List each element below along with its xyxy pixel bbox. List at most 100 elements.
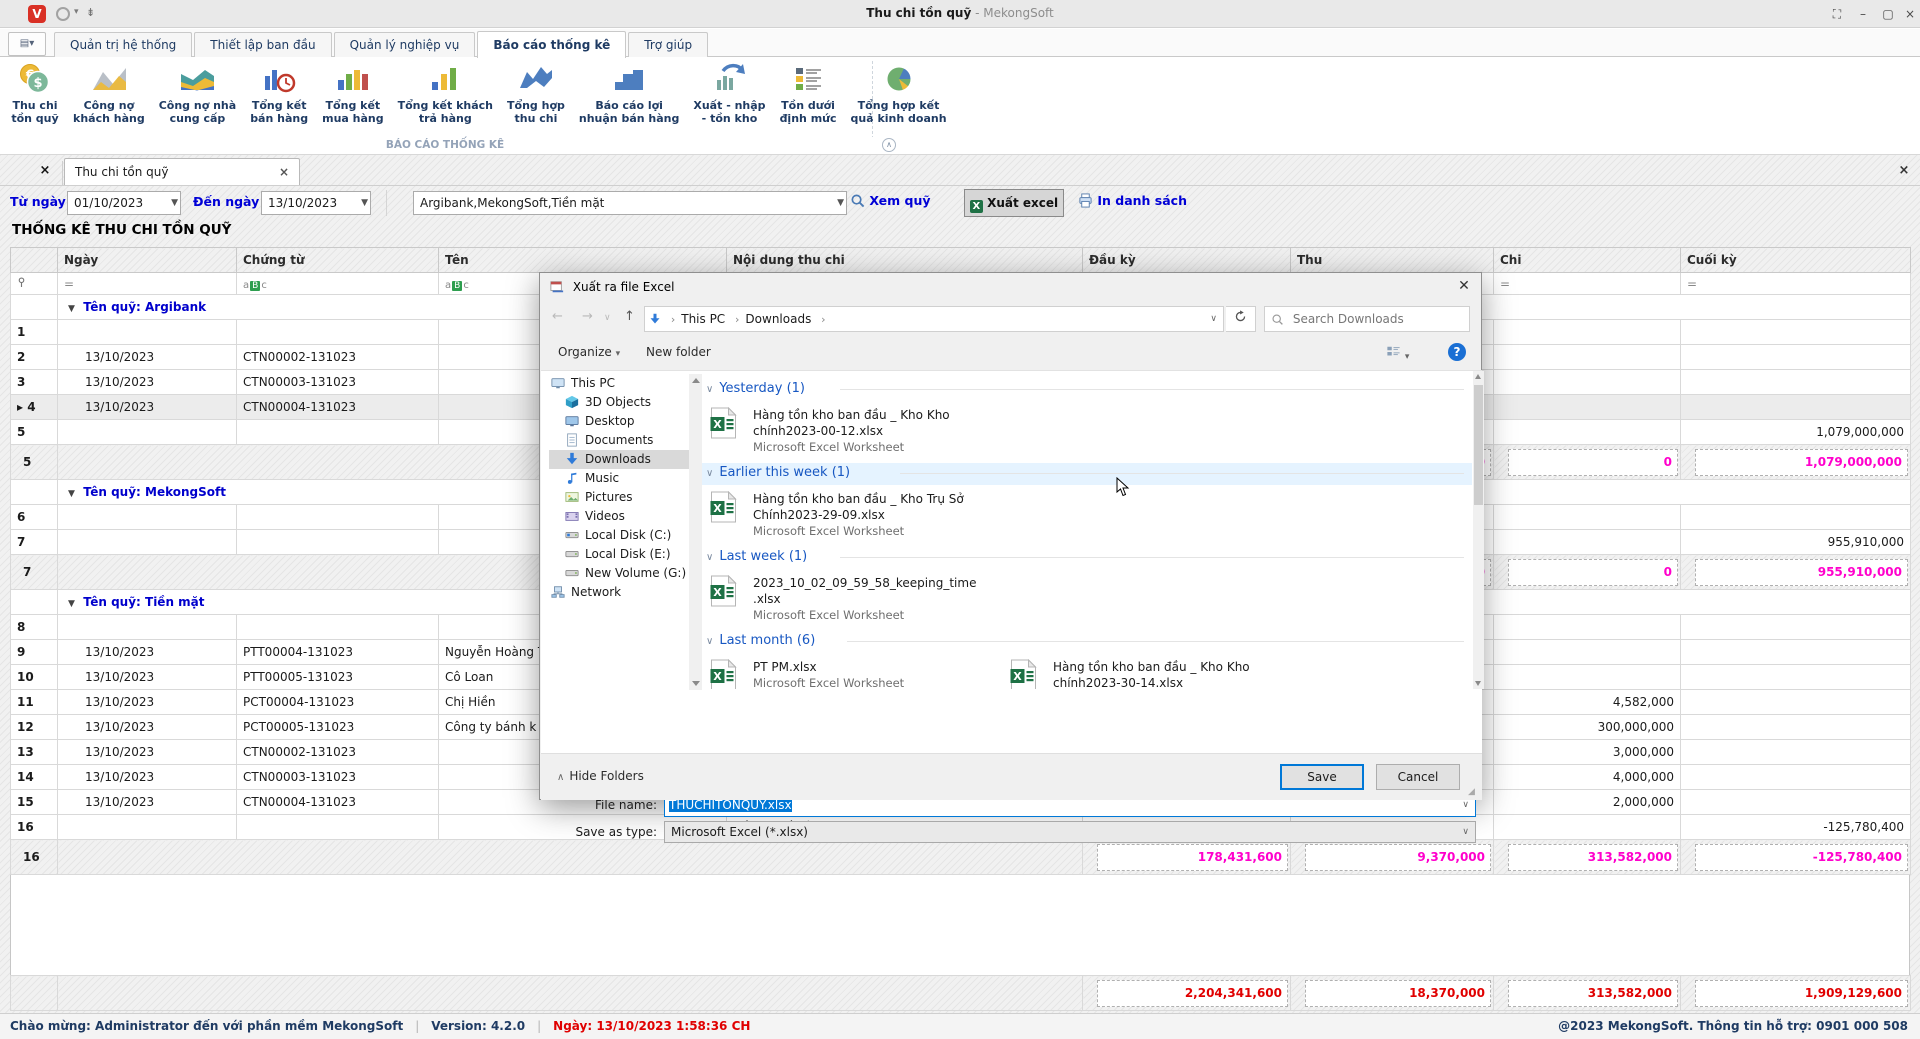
cell-cuoiky[interactable] — [1681, 395, 1911, 420]
row-number-cell[interactable]: 2 — [11, 345, 58, 370]
column-header-nội-dung-thu-chi[interactable]: Nội dung thu chi — [727, 248, 1083, 273]
ribbon-item-bars-arrow[interactable]: Xuất - nhập - tồn kho — [686, 59, 772, 135]
row-number-cell[interactable]: 5 — [11, 420, 58, 445]
view-fund-button[interactable]: Xem quỹ — [850, 193, 931, 208]
cell-chungtu[interactable]: CTN00004-131023 — [237, 395, 439, 420]
row-number-cell[interactable]: 1 — [11, 320, 58, 345]
back-icon[interactable]: ← — [552, 309, 563, 324]
cell-chi[interactable] — [1494, 640, 1681, 665]
resize-grip[interactable]: ◢ — [1468, 787, 1476, 797]
row-number-cell[interactable]: 14 — [11, 765, 58, 790]
sidebar-item-pictures[interactable]: Pictures — [549, 488, 689, 507]
file-item[interactable]: XPT PM.xlsxMicrosoft Excel Worksheet — [702, 653, 1002, 689]
scroll-down-icon[interactable] — [1475, 681, 1481, 686]
chevron-down-icon[interactable]: ▼ — [171, 192, 178, 214]
cell-chi[interactable] — [1494, 320, 1681, 345]
search-input[interactable]: Search Downloads — [1264, 306, 1470, 332]
ribbon-item-coins[interactable]: €$Thu chi tồn quỹ — [4, 59, 66, 135]
cell-ngay[interactable] — [58, 505, 237, 530]
to-date-input[interactable]: 13/10/2023▼ — [261, 191, 371, 215]
cell-chungtu[interactable]: PTT00004-131023 — [237, 640, 439, 665]
sidebar-item-videos[interactable]: Videos — [549, 507, 689, 526]
sidebar-scrollbar[interactable] — [689, 374, 702, 690]
file-group-header[interactable]: ∨Earlier this week (1) — [702, 463, 1472, 485]
cell-cuoiky[interactable] — [1681, 790, 1911, 815]
cell-cuoiky[interactable]: 1,079,000,000 — [1681, 420, 1911, 445]
cell-chungtu[interactable] — [237, 815, 439, 840]
row-number-cell[interactable]: 3 — [11, 370, 58, 395]
cell-chi[interactable] — [1494, 420, 1681, 445]
cell-ngay[interactable] — [58, 530, 237, 555]
cell-chungtu[interactable]: CTN00003-131023 — [237, 370, 439, 395]
close-tab-icon[interactable]: × — [279, 159, 289, 185]
sidebar-item-local-disk-c-[interactable]: Local Disk (C:) — [549, 526, 689, 545]
scroll-down-icon[interactable] — [692, 681, 700, 686]
column-header-tên[interactable]: Tên — [439, 248, 727, 273]
cell-chi[interactable] — [1494, 345, 1681, 370]
cell-chungtu[interactable] — [237, 320, 439, 345]
cell-chi[interactable]: 2,000,000 — [1494, 790, 1681, 815]
cell-cuoiky[interactable] — [1681, 345, 1911, 370]
column-header-ngày[interactable]: Ngày — [58, 248, 237, 273]
cell-chi[interactable] — [1494, 530, 1681, 555]
cell-ngay[interactable]: 13/10/2023 — [58, 740, 237, 765]
ribbon-item-list-colored[interactable]: Tồn dưới định mức — [773, 59, 844, 135]
cell-cuoiky[interactable]: 955,910,000 — [1681, 530, 1911, 555]
breadcrumb-this-pc[interactable]: This PC — [681, 312, 725, 326]
file-item[interactable]: X2023_10_02_09_59_58_keeping_time.xlsxMi… — [702, 569, 1002, 631]
sidebar-item-music[interactable]: Music — [549, 469, 689, 488]
sidebar-item-downloads[interactable]: Downloads — [549, 450, 689, 469]
cell-cuoiky[interactable] — [1681, 765, 1911, 790]
help-button[interactable]: ? — [1448, 343, 1466, 361]
row-number-cell[interactable]: 7 — [11, 530, 58, 555]
cast-icon[interactable]: ⛶ — [1826, 4, 1848, 24]
file-item[interactable]: XHàng tồn kho ban đầu _ Kho Khochính2023… — [702, 401, 1002, 463]
maximize-button[interactable]: ▢ — [1877, 4, 1899, 24]
cell-chungtu[interactable]: PCT00005-131023 — [237, 715, 439, 740]
file-item[interactable]: XHàng tồn kho ban đầu _ Kho Trụ SởChính2… — [702, 485, 1002, 547]
refresh-button[interactable] — [1226, 306, 1256, 332]
cell-cuoiky[interactable] — [1681, 690, 1911, 715]
ribbon-item-steps[interactable]: Báo cáo lợi nhuận bán hàng — [572, 59, 687, 135]
ribbon-item-pie[interactable]: Tổng hợp kết quả kinh doanh — [844, 59, 954, 135]
list-scrollbar[interactable] — [1473, 371, 1484, 689]
cell-chungtu[interactable]: CTN00002-131023 — [237, 740, 439, 765]
cell-ngay[interactable]: 13/10/2023 — [58, 395, 237, 420]
sidebar-item-new-volume-g-[interactable]: New Volume (G:) — [549, 564, 689, 583]
ribbon-tab-quản-trị-hệ-thống[interactable]: Quản trị hệ thống — [54, 32, 192, 57]
cell-chungtu[interactable]: CTN00004-131023 — [237, 790, 439, 815]
cell-ngay[interactable] — [58, 815, 237, 840]
close-panel-button[interactable]: × — [1894, 163, 1914, 183]
ribbon-item-bar-clock[interactable]: Tổng kết bán hàng — [243, 59, 315, 135]
close-button[interactable]: × — [1899, 4, 1920, 24]
ribbon-item-stacked-area[interactable]: Công nợ nhà cung cấp — [152, 59, 243, 135]
new-folder-button[interactable]: New folder — [646, 345, 711, 359]
save-type-select[interactable]: Microsoft Excel (*.xlsx) ∨ — [664, 821, 1476, 843]
cell-chi[interactable]: 3,000,000 — [1494, 740, 1681, 765]
cell-ngay[interactable]: 13/10/2023 — [58, 345, 237, 370]
cell-ngay[interactable] — [58, 320, 237, 345]
ribbon-item-bars-three[interactable]: Tổng kết khách trả hàng — [391, 59, 500, 135]
ribbon-item-bars-multi[interactable]: Tổng kết mua hàng — [315, 59, 391, 135]
cell-cuoiky[interactable] — [1681, 370, 1911, 395]
cell-ngay[interactable]: 13/10/2023 — [58, 370, 237, 395]
cell-chi[interactable] — [1494, 665, 1681, 690]
filter-cell[interactable]: aBc — [237, 273, 439, 295]
row-number-cell[interactable]: 12 — [11, 715, 58, 740]
file-group-header[interactable]: ∨Last week (1) — [702, 547, 1472, 569]
dialog-close-button[interactable]: ✕ — [1452, 278, 1476, 298]
chevron-down-icon[interactable]: ∨ — [1210, 307, 1217, 331]
scroll-up-icon[interactable] — [1475, 374, 1481, 379]
cell-chungtu[interactable]: CTN00003-131023 — [237, 765, 439, 790]
cell-cuoiky[interactable] — [1681, 740, 1911, 765]
minimize-button[interactable]: – — [1852, 4, 1874, 24]
row-number-cell[interactable]: 6 — [11, 505, 58, 530]
cell-cuoiky[interactable]: -125,780,400 — [1681, 815, 1911, 840]
cell-chi[interactable] — [1494, 815, 1681, 840]
cell-cuoiky[interactable] — [1681, 665, 1911, 690]
scrollbar-thumb[interactable] — [1474, 385, 1483, 505]
row-number-cell[interactable]: 9 — [11, 640, 58, 665]
cell-chi[interactable] — [1494, 505, 1681, 530]
save-button[interactable]: Save — [1280, 764, 1364, 790]
forward-icon[interactable]: → — [582, 309, 593, 324]
